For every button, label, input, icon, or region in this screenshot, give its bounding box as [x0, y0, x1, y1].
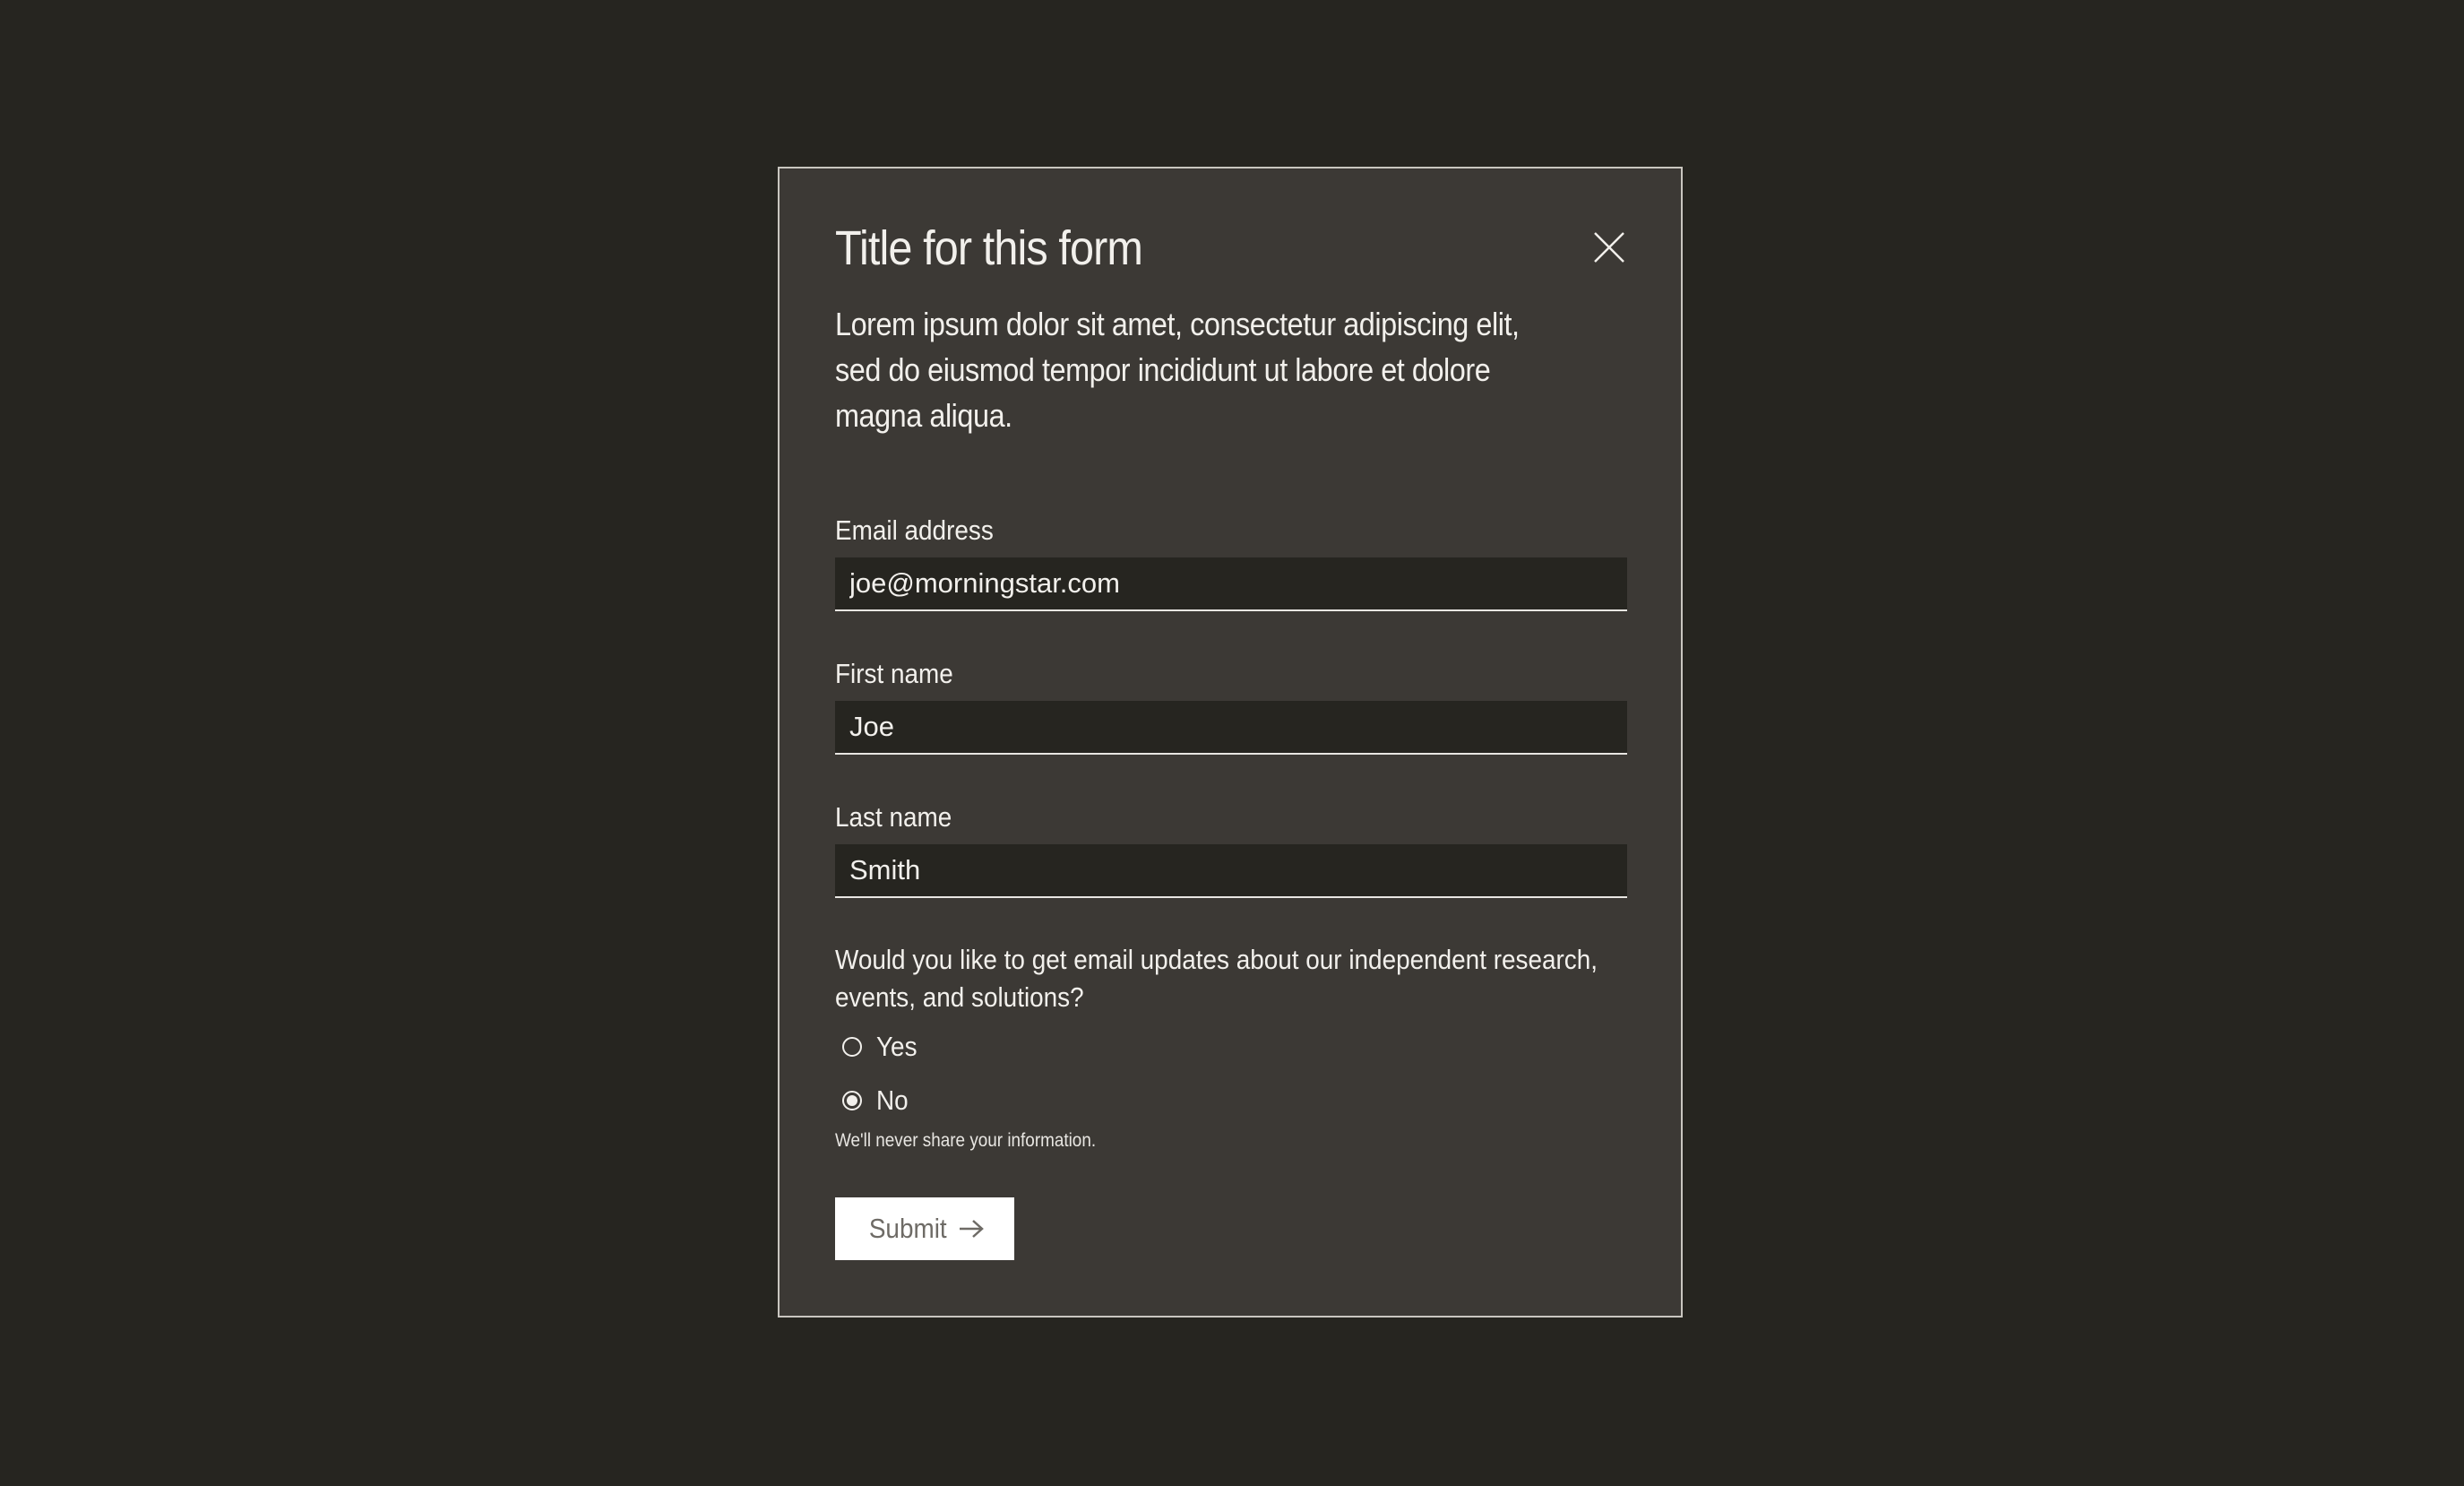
radio-label-yes: Yes: [876, 1031, 918, 1062]
last-name-label: Last name: [835, 801, 952, 833]
submit-button[interactable]: Submit: [835, 1197, 1014, 1260]
form-title: Title for this form: [835, 221, 1143, 275]
email-updates-question: Would you like to get email updates abou…: [835, 944, 1598, 1013]
form-modal: Title for this form Lorem ipsum dolor si…: [778, 167, 1683, 1318]
radio-unchecked-icon[interactable]: [842, 1037, 862, 1057]
email-label: Email address: [835, 514, 994, 546]
radio-label-no: No: [876, 1084, 909, 1116]
arrow-right-icon: [960, 1220, 985, 1238]
form-description: Lorem ipsum dolor sit amet, consectetur …: [835, 306, 1520, 434]
submit-label: Submit: [868, 1213, 947, 1244]
last-name-field[interactable]: [835, 844, 1627, 898]
radio-option-yes[interactable]: Yes: [835, 1027, 922, 1067]
radio-checked-icon[interactable]: [842, 1091, 862, 1110]
close-button[interactable]: [1591, 229, 1627, 265]
radio-option-no[interactable]: No: [835, 1081, 912, 1120]
first-name-field[interactable]: [835, 701, 1627, 755]
first-name-label: First name: [835, 658, 953, 689]
privacy-note: We'll never share your information.: [835, 1130, 1097, 1151]
close-icon: [1594, 232, 1624, 263]
email-field[interactable]: [835, 557, 1627, 611]
